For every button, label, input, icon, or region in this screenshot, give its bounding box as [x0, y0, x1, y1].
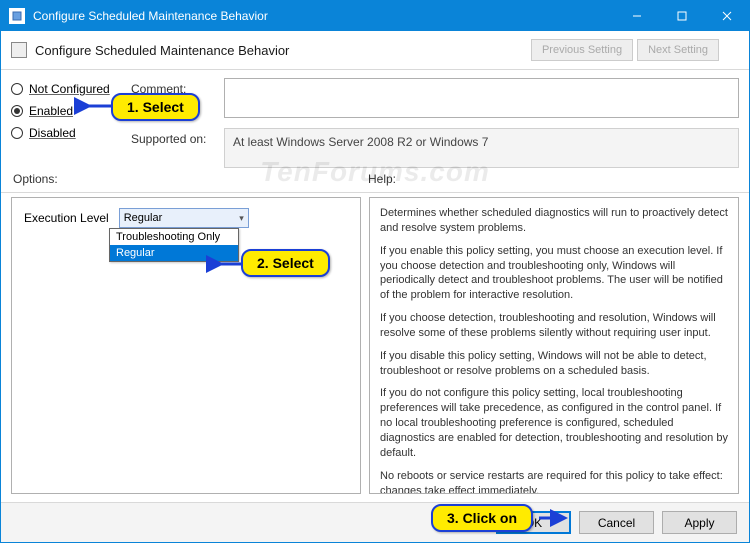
radio-label: Enabled — [29, 104, 73, 118]
radio-icon — [11, 127, 23, 139]
state-radios: Not Configured Enabled Disabled — [11, 78, 121, 168]
supported-on-box: At least Windows Server 2008 R2 or Windo… — [224, 128, 739, 168]
help-paragraph: If you enable this policy setting, you m… — [380, 244, 728, 303]
radio-not-configured[interactable]: Not Configured — [11, 82, 121, 96]
next-setting-button[interactable]: Next Setting — [637, 39, 719, 61]
policy-icon — [11, 42, 27, 58]
page-title: Configure Scheduled Maintenance Behavior — [35, 43, 289, 58]
chevron-down-icon: ▾ — [239, 213, 244, 224]
help-paragraph: No reboots or service restarts are requi… — [380, 469, 728, 494]
app-icon — [9, 8, 25, 24]
policy-editor-window: Configure Scheduled Maintenance Behavior… — [0, 0, 750, 543]
radio-icon — [11, 105, 23, 117]
help-label: Help: — [368, 172, 396, 186]
radio-icon — [11, 83, 23, 95]
close-button[interactable] — [704, 1, 749, 31]
options-label: Options: — [13, 172, 368, 186]
window-title: Configure Scheduled Maintenance Behavior — [33, 9, 614, 23]
dropdown-option-troubleshooting[interactable]: Troubleshooting Only — [110, 229, 238, 245]
previous-setting-button[interactable]: Previous Setting — [531, 39, 633, 61]
comment-input[interactable] — [224, 78, 739, 118]
footer-buttons: OK Cancel Apply — [1, 502, 749, 542]
callout-select-option: 2. Select — [241, 249, 330, 277]
help-paragraph: If you do not configure this policy sett… — [380, 386, 728, 460]
arrow-icon — [537, 511, 571, 530]
callout-select-enabled: 1. Select — [111, 93, 200, 121]
callout-click-ok: 3. Click on — [431, 504, 533, 532]
execution-level-combo[interactable]: Regular ▾ — [119, 208, 249, 228]
supported-label: Supported on: — [131, 128, 216, 146]
apply-button[interactable]: Apply — [662, 511, 737, 534]
main-area: Execution Level Regular ▾ Troubleshootin… — [1, 192, 749, 502]
options-pane: Execution Level Regular ▾ Troubleshootin… — [11, 197, 361, 494]
help-paragraph: Determines whether scheduled diagnostics… — [380, 206, 728, 236]
config-row: Not Configured Enabled Disabled Comment:… — [1, 70, 749, 168]
radio-label: Not Configured — [29, 82, 110, 96]
cancel-button[interactable]: Cancel — [579, 511, 654, 534]
minimize-button[interactable] — [614, 1, 659, 31]
execution-level-label: Execution Level — [24, 211, 109, 225]
maximize-button[interactable] — [659, 1, 704, 31]
help-pane: Determines whether scheduled diagnostics… — [369, 197, 739, 494]
radio-disabled[interactable]: Disabled — [11, 126, 121, 140]
combo-selected-value: Regular — [124, 212, 163, 224]
header-bar: Configure Scheduled Maintenance Behavior… — [1, 31, 749, 70]
help-paragraph: If you disable this policy setting, Wind… — [380, 349, 728, 379]
titlebar: Configure Scheduled Maintenance Behavior — [1, 1, 749, 31]
help-paragraph: If you choose detection, troubleshooting… — [380, 311, 728, 341]
fields-column: Comment: Supported on: At least Windows … — [131, 78, 739, 168]
radio-label: Disabled — [29, 126, 76, 140]
section-labels: Options: Help: — [1, 168, 749, 192]
